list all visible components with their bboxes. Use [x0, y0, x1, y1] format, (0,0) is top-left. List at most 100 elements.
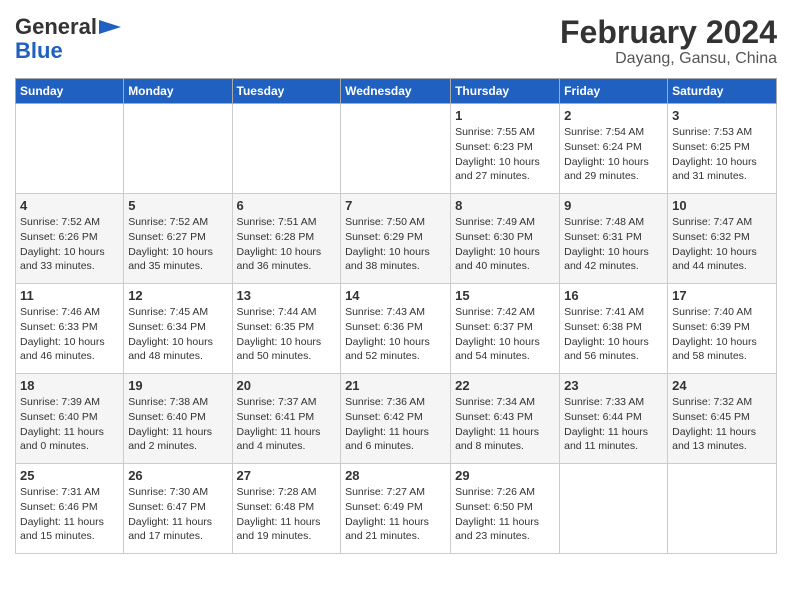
calendar-subtitle: Dayang, Gansu, China — [560, 50, 777, 68]
day-info: Sunrise: 7:45 AM Sunset: 6:34 PM Dayligh… — [128, 305, 227, 364]
day-number: 18 — [20, 378, 119, 393]
day-info: Sunrise: 7:53 AM Sunset: 6:25 PM Dayligh… — [672, 125, 772, 184]
day-info: Sunrise: 7:52 AM Sunset: 6:27 PM Dayligh… — [128, 215, 227, 274]
day-of-week-header: Sunday — [16, 79, 124, 104]
day-number: 23 — [564, 378, 663, 393]
day-number: 29 — [455, 468, 555, 483]
day-number: 22 — [455, 378, 555, 393]
day-info: Sunrise: 7:41 AM Sunset: 6:38 PM Dayligh… — [564, 305, 663, 364]
calendar-cell: 24Sunrise: 7:32 AM Sunset: 6:45 PM Dayli… — [668, 374, 777, 464]
day-number: 16 — [564, 288, 663, 303]
day-number: 4 — [20, 198, 119, 213]
calendar-cell: 4 Sunrise: 7:52 AM Sunset: 6:26 PM Daylig… — [16, 194, 124, 284]
calendar-cell: 16 Sunrise: 7:41 AM Sunset: 6:38 PM Dayli… — [560, 284, 668, 374]
day-number: 21 — [345, 378, 446, 393]
calendar-cell — [341, 104, 451, 194]
title-block: February 2024 Dayang, Gansu, China — [560, 15, 777, 68]
calendar-cell: 13 Sunrise: 7:44 AM Sunset: 6:35 PM Dayli… — [232, 284, 341, 374]
day-info: Sunrise: 7:52 AM Sunset: 6:26 PM Dayligh… — [20, 215, 119, 274]
day-info: Sunrise: 7:28 AM Sunset: 6:48 PM Dayligh… — [237, 485, 337, 544]
calendar-cell: 29 Sunrise: 7:26 AM Sunset: 6:50 PM Dayli… — [451, 464, 560, 554]
calendar-cell: 8Sunrise: 7:49 AM Sunset: 6:30 PM Daylig… — [451, 194, 560, 284]
day-number: 12 — [128, 288, 227, 303]
calendar-week-row: 18 Sunrise: 7:39 AM Sunset: 6:40 PM Dayli… — [16, 374, 777, 464]
day-info: Sunrise: 7:54 AM Sunset: 6:24 PM Dayligh… — [564, 125, 663, 184]
day-number: 20 — [237, 378, 337, 393]
calendar-cell — [668, 464, 777, 554]
calendar-cell: 26Sunrise: 7:30 AM Sunset: 6:47 PM Dayli… — [124, 464, 232, 554]
day-info: Sunrise: 7:33 AM Sunset: 6:44 PM Dayligh… — [564, 395, 663, 454]
calendar-cell: 21 Sunrise: 7:36 AM Sunset: 6:42 PM Dayli… — [341, 374, 451, 464]
day-number: 17 — [672, 288, 772, 303]
day-info: Sunrise: 7:36 AM Sunset: 6:42 PM Dayligh… — [345, 395, 446, 454]
day-number: 11 — [20, 288, 119, 303]
day-number: 1 — [455, 108, 555, 123]
day-of-week-header: Thursday — [451, 79, 560, 104]
day-info: Sunrise: 7:39 AM Sunset: 6:40 PM Dayligh… — [20, 395, 119, 454]
calendar-cell: 6 Sunrise: 7:51 AM Sunset: 6:28 PM Daylig… — [232, 194, 341, 284]
day-number: 25 — [20, 468, 119, 483]
day-info: Sunrise: 7:26 AM Sunset: 6:50 PM Dayligh… — [455, 485, 555, 544]
calendar-cell: 15 Sunrise: 7:42 AM Sunset: 6:37 PM Dayli… — [451, 284, 560, 374]
logo-text: General — [15, 15, 121, 39]
calendar-header-row: SundayMondayTuesdayWednesdayThursdayFrid… — [16, 79, 777, 104]
calendar-cell: 1Sunrise: 7:55 AM Sunset: 6:23 PM Daylig… — [451, 104, 560, 194]
calendar-body: 1Sunrise: 7:55 AM Sunset: 6:23 PM Daylig… — [16, 104, 777, 554]
day-number: 24 — [672, 378, 772, 393]
day-info: Sunrise: 7:48 AM Sunset: 6:31 PM Dayligh… — [564, 215, 663, 274]
calendar-cell: 9Sunrise: 7:48 AM Sunset: 6:31 PM Daylig… — [560, 194, 668, 284]
day-number: 13 — [237, 288, 337, 303]
logo: General Blue — [15, 15, 121, 63]
day-number: 15 — [455, 288, 555, 303]
calendar-cell: 18 Sunrise: 7:39 AM Sunset: 6:40 PM Dayli… — [16, 374, 124, 464]
day-number: 2 — [564, 108, 663, 123]
calendar-cell — [124, 104, 232, 194]
calendar-week-row: 1Sunrise: 7:55 AM Sunset: 6:23 PM Daylig… — [16, 104, 777, 194]
day-info: Sunrise: 7:37 AM Sunset: 6:41 PM Dayligh… — [237, 395, 337, 454]
day-number: 6 — [237, 198, 337, 213]
day-of-week-header: Friday — [560, 79, 668, 104]
page-header: General Blue February 2024 Dayang, Gansu… — [15, 15, 777, 68]
day-number: 28 — [345, 468, 446, 483]
day-number: 19 — [128, 378, 227, 393]
logo-icon — [99, 20, 121, 34]
calendar-cell — [16, 104, 124, 194]
day-number: 27 — [237, 468, 337, 483]
calendar-title: February 2024 — [560, 15, 777, 50]
day-info: Sunrise: 7:51 AM Sunset: 6:28 PM Dayligh… — [237, 215, 337, 274]
calendar-cell: 17Sunrise: 7:40 AM Sunset: 6:39 PM Dayli… — [668, 284, 777, 374]
calendar-cell: 11 Sunrise: 7:46 AM Sunset: 6:33 PM Dayli… — [16, 284, 124, 374]
day-number: 3 — [672, 108, 772, 123]
calendar-cell: 7Sunrise: 7:50 AM Sunset: 6:29 PM Daylig… — [341, 194, 451, 284]
calendar-cell: 22Sunrise: 7:34 AM Sunset: 6:43 PM Dayli… — [451, 374, 560, 464]
day-info: Sunrise: 7:42 AM Sunset: 6:37 PM Dayligh… — [455, 305, 555, 364]
day-info: Sunrise: 7:49 AM Sunset: 6:30 PM Dayligh… — [455, 215, 555, 274]
calendar-cell: 12 Sunrise: 7:45 AM Sunset: 6:34 PM Dayli… — [124, 284, 232, 374]
day-info: Sunrise: 7:27 AM Sunset: 6:49 PM Dayligh… — [345, 485, 446, 544]
day-of-week-header: Tuesday — [232, 79, 341, 104]
day-info: Sunrise: 7:38 AM Sunset: 6:40 PM Dayligh… — [128, 395, 227, 454]
day-info: Sunrise: 7:44 AM Sunset: 6:35 PM Dayligh… — [237, 305, 337, 364]
calendar-cell: 10 Sunrise: 7:47 AM Sunset: 6:32 PM Dayli… — [668, 194, 777, 284]
day-number: 26 — [128, 468, 227, 483]
calendar-cell: 20 Sunrise: 7:37 AM Sunset: 6:41 PM Dayli… — [232, 374, 341, 464]
day-info: Sunrise: 7:50 AM Sunset: 6:29 PM Dayligh… — [345, 215, 446, 274]
calendar-cell: 5 Sunrise: 7:52 AM Sunset: 6:27 PM Daylig… — [124, 194, 232, 284]
calendar-week-row: 4 Sunrise: 7:52 AM Sunset: 6:26 PM Daylig… — [16, 194, 777, 284]
day-info: Sunrise: 7:47 AM Sunset: 6:32 PM Dayligh… — [672, 215, 772, 274]
day-info: Sunrise: 7:46 AM Sunset: 6:33 PM Dayligh… — [20, 305, 119, 364]
day-number: 5 — [128, 198, 227, 213]
calendar-cell: 2 Sunrise: 7:54 AM Sunset: 6:24 PM Daylig… — [560, 104, 668, 194]
calendar-week-row: 11 Sunrise: 7:46 AM Sunset: 6:33 PM Dayli… — [16, 284, 777, 374]
logo-general: General — [15, 14, 97, 39]
calendar-cell: 25 Sunrise: 7:31 AM Sunset: 6:46 PM Dayli… — [16, 464, 124, 554]
calendar-table: SundayMondayTuesdayWednesdayThursdayFrid… — [15, 78, 777, 554]
day-number: 14 — [345, 288, 446, 303]
day-info: Sunrise: 7:31 AM Sunset: 6:46 PM Dayligh… — [20, 485, 119, 544]
calendar-week-row: 25 Sunrise: 7:31 AM Sunset: 6:46 PM Dayli… — [16, 464, 777, 554]
calendar-cell: 19 Sunrise: 7:38 AM Sunset: 6:40 PM Dayli… — [124, 374, 232, 464]
day-number: 10 — [672, 198, 772, 213]
day-of-week-header: Monday — [124, 79, 232, 104]
day-of-week-header: Wednesday — [341, 79, 451, 104]
calendar-cell — [560, 464, 668, 554]
